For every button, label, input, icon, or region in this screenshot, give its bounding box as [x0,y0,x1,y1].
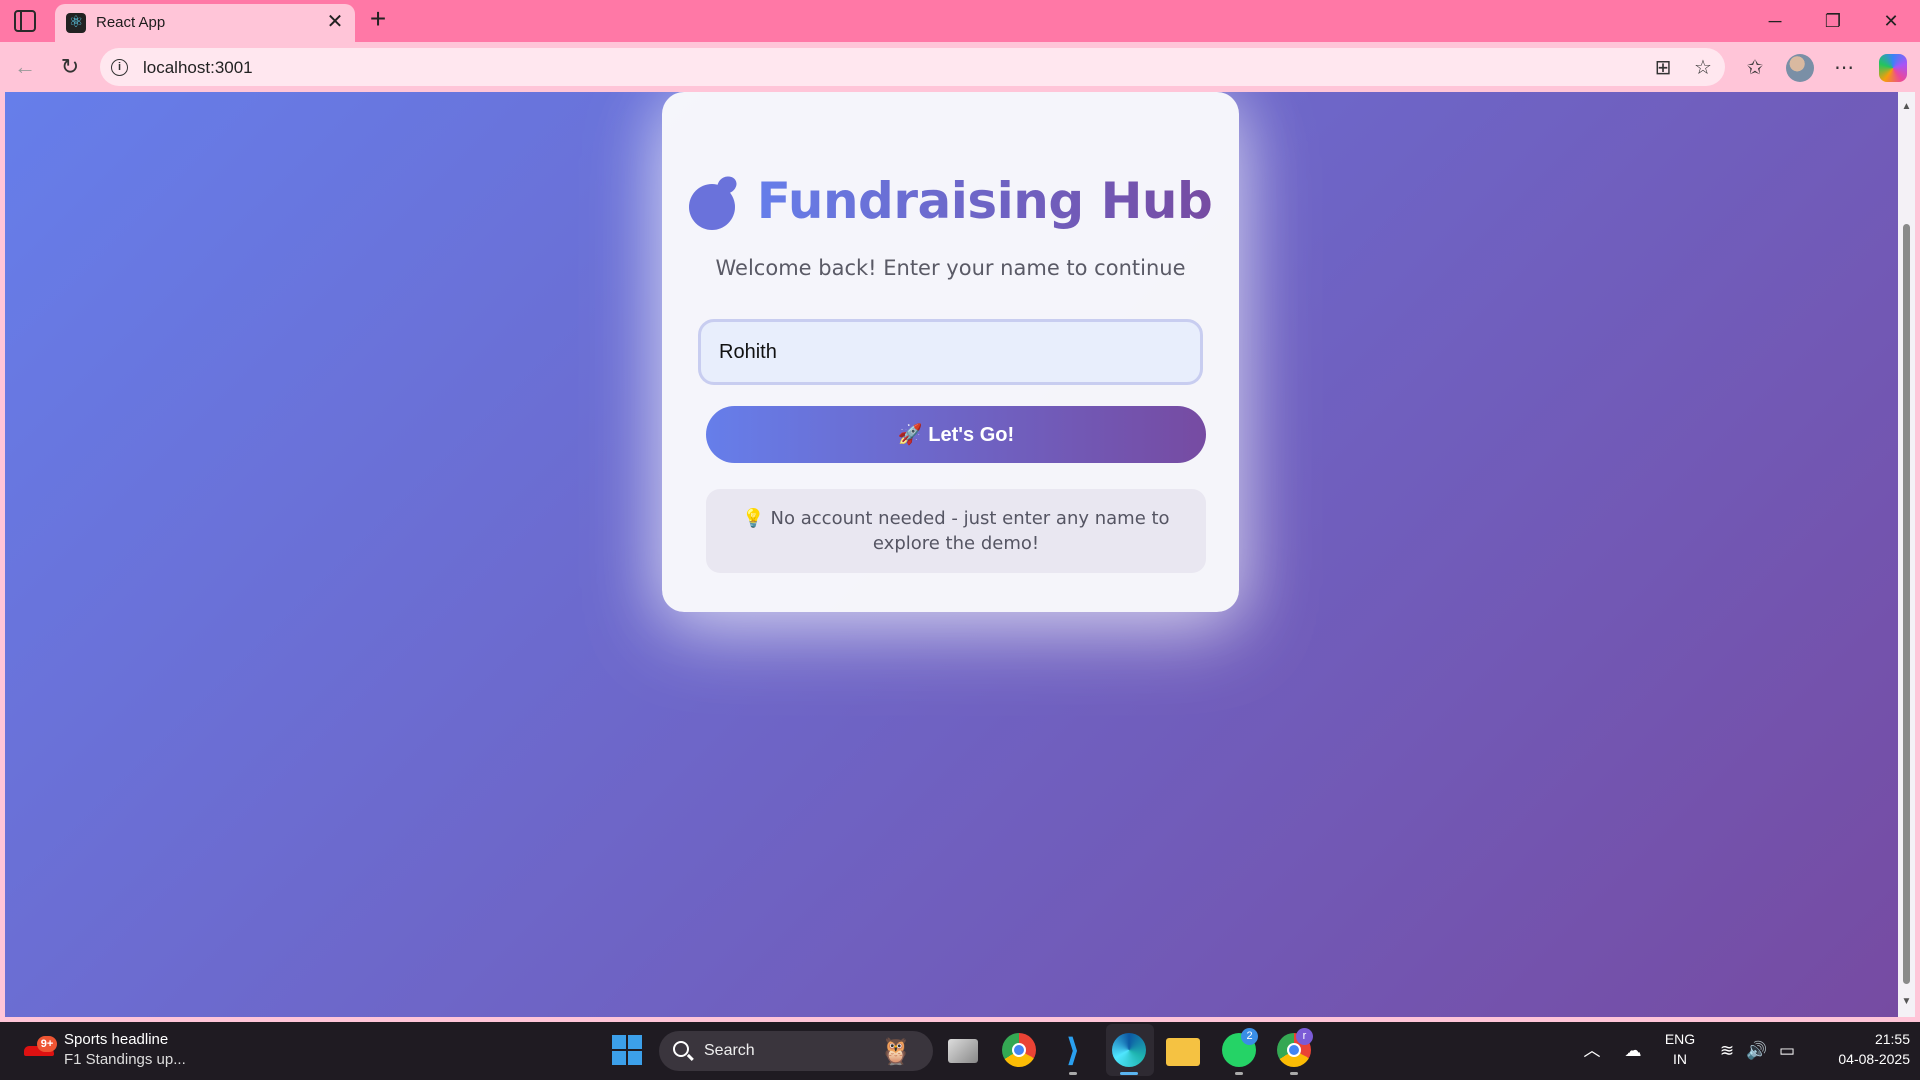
search-label: Search [704,1042,755,1059]
browser-tab[interactable]: ⚛ React App ✕ [55,4,355,42]
sidebar-toggle-icon[interactable] [14,10,36,32]
name-input[interactable] [698,319,1203,385]
news-title[interactable]: Sports headline [64,1031,168,1048]
windows-taskbar: 9+ Sports headline F1 Standings up... Se… [0,1022,1920,1080]
task-view-icon[interactable] [948,1039,978,1063]
edge-running-indicator [1120,1072,1138,1075]
vertical-scrollbar[interactable]: ▲ ▼ [1898,92,1915,1017]
language-region[interactable]: IN [1655,1051,1705,1067]
scroll-up-arrow-icon[interactable]: ▲ [1901,102,1912,112]
page-viewport: Fundraising Hub Welcome back! Enter your… [5,92,1898,1017]
window-right-border [1915,92,1920,1017]
address-bar[interactable]: i localhost:3001 ⊞ ☆ [100,48,1725,86]
back-arrow-icon[interactable]: ← [10,52,40,82]
restore-button[interactable]: ❐ [1813,6,1853,36]
hint-box: 💡 No account needed - just enter any nam… [706,489,1206,573]
refresh-icon[interactable]: ↻ [55,52,85,82]
file-explorer-icon[interactable] [1166,1038,1200,1066]
tab-title: React App [96,14,166,31]
onedrive-cloud-icon[interactable]: ☁ [1622,1040,1644,1062]
chrome-icon[interactable] [1002,1033,1036,1067]
vscode-icon[interactable]: ⟩ [1056,1033,1090,1067]
whatsapp-badge: 2 [1241,1028,1258,1045]
chrome-profile-badge: r [1296,1028,1313,1045]
news-subtitle[interactable]: F1 Standings up... [64,1051,186,1068]
more-menu-icon[interactable]: ⋯ [1828,52,1860,84]
browser-tab-bar: ⚛ React App ✕ + ─ ❐ ✕ [0,0,1920,42]
url-text[interactable]: localhost:3001 [143,58,253,78]
favorite-star-icon[interactable]: ☆ [1689,54,1717,82]
chrome-running-indicator [1290,1072,1298,1075]
browser-toolbar: ← ↻ i localhost:3001 ⊞ ☆ ✩ ⋯ [0,42,1920,92]
profile-avatar[interactable] [1786,54,1814,82]
brand-header: Fundraising Hub [662,172,1239,232]
login-card: Fundraising Hub Welcome back! Enter your… [662,92,1239,612]
close-window-button[interactable]: ✕ [1871,6,1911,36]
clock-time[interactable]: 21:55 [1810,1031,1910,1047]
volume-icon[interactable]: 🔊 [1746,1040,1768,1062]
lets-go-button[interactable]: 🚀 Let's Go! [706,406,1206,463]
copilot-icon[interactable] [1879,54,1907,82]
windows-start-icon[interactable] [612,1035,642,1065]
favorites-list-icon[interactable]: ✩ [1739,52,1771,84]
react-favicon-icon: ⚛ [66,13,86,33]
edge-icon[interactable] [1112,1033,1146,1067]
welcome-subtitle: Welcome back! Enter your name to continu… [715,256,1186,280]
news-widget-icon[interactable]: 9+ [24,1036,57,1062]
whatsapp-running-indicator [1235,1072,1243,1075]
new-tab-button[interactable]: + [364,5,392,34]
site-info-icon[interactable]: i [111,59,128,76]
language-code[interactable]: ENG [1655,1031,1705,1047]
brand-title: Fundraising Hub [756,172,1213,230]
search-icon [673,1041,689,1057]
app-available-icon[interactable]: ⊞ [1649,54,1677,82]
wifi-icon[interactable]: ≋ [1716,1040,1738,1062]
tab-close-icon[interactable]: ✕ [323,10,347,34]
owl-search-highlight-icon: 🦉 [879,1036,913,1066]
minimize-button[interactable]: ─ [1755,6,1795,36]
battery-icon[interactable]: ▭ [1776,1040,1798,1062]
taskbar-search[interactable]: Search 🦉 [659,1031,933,1071]
bomb-icon [688,173,739,230]
vscode-running-indicator [1069,1072,1077,1075]
show-hidden-icons-chevron-icon[interactable]: ︿ [1581,1040,1603,1062]
clock-date[interactable]: 04-08-2025 [1810,1051,1910,1067]
scroll-thumb[interactable] [1903,224,1910,984]
scroll-down-arrow-icon[interactable]: ▼ [1901,997,1912,1007]
news-badge: 9+ [37,1036,57,1052]
